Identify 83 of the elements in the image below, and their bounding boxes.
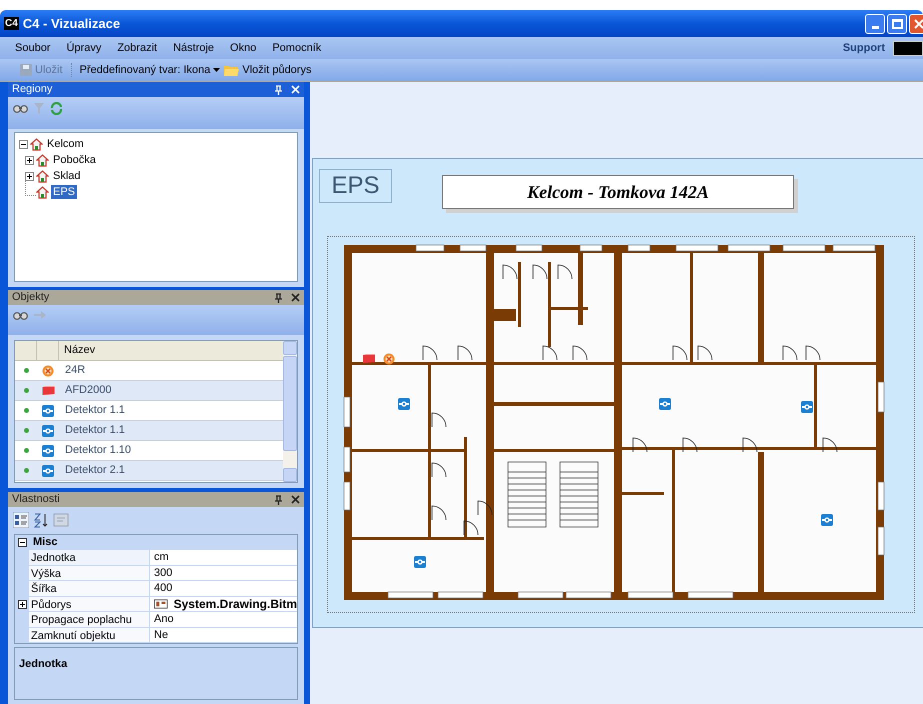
object-name: AFD2000 bbox=[64, 383, 112, 398]
property-name[interactable]: Půdorys bbox=[29, 596, 150, 612]
property-value[interactable]: Ano bbox=[150, 612, 297, 628]
property-name[interactable]: Propagace poplachu bbox=[29, 612, 150, 628]
description-title: Jednotka bbox=[19, 658, 68, 670]
object-row[interactable]: AFD2000 bbox=[15, 381, 283, 401]
object-name: Detektor 2.1 bbox=[64, 463, 125, 478]
tree-item[interactable]: Kelcom bbox=[45, 137, 86, 151]
folder-icon bbox=[224, 64, 240, 76]
property-value[interactable]: Ne bbox=[150, 628, 297, 643]
object-name: Detektor 1.1 bbox=[64, 403, 125, 418]
object-name: Detektor 1.1 bbox=[64, 423, 125, 438]
support-label: Support bbox=[842, 40, 885, 56]
category-label: Misc bbox=[32, 535, 58, 550]
siren-icon[interactable] bbox=[384, 354, 394, 364]
collapse-toggle[interactable] bbox=[19, 140, 28, 148]
expand-toggle[interactable] bbox=[25, 156, 34, 164]
menu-item[interactable]: Okno bbox=[230, 40, 256, 56]
close-button[interactable] bbox=[909, 14, 923, 34]
panel-title: Objekty bbox=[12, 290, 50, 306]
close-icon[interactable] bbox=[291, 495, 300, 504]
detector-icon[interactable] bbox=[414, 556, 426, 568]
property-value[interactable]: cm bbox=[150, 550, 297, 566]
detector-icon[interactable] bbox=[801, 401, 813, 413]
object-name: 24R bbox=[64, 363, 86, 378]
maximize-button[interactable] bbox=[887, 14, 907, 34]
detector-icon bbox=[42, 404, 54, 416]
expand-toggle[interactable] bbox=[25, 172, 34, 180]
support-field[interactable] bbox=[893, 40, 923, 56]
house-icon bbox=[36, 154, 49, 166]
window-title: C4 - Vizualizace bbox=[22, 14, 122, 33]
menu-item[interactable]: Úpravy bbox=[66, 40, 102, 56]
scrollbar[interactable] bbox=[283, 341, 297, 482]
menu-item[interactable]: Soubor bbox=[15, 40, 50, 56]
house-icon bbox=[30, 138, 43, 150]
property-name[interactable]: Zamknutí objektu bbox=[29, 628, 150, 643]
detector-icon[interactable] bbox=[821, 514, 833, 526]
menu-item[interactable]: Nástroje bbox=[173, 40, 214, 56]
object-row[interactable]: Detektor 1.1 bbox=[15, 421, 283, 441]
caret-icon bbox=[213, 68, 220, 72]
object-row[interactable]: Detektor 2.1 bbox=[15, 461, 283, 481]
house-icon bbox=[36, 186, 49, 198]
property-name[interactable]: Šířka bbox=[29, 581, 150, 596]
detector-icon bbox=[42, 424, 54, 436]
property-value[interactable]: 300 bbox=[150, 566, 297, 581]
house-icon bbox=[36, 170, 49, 182]
panel-title: Vlastnosti bbox=[12, 492, 61, 508]
close-icon bbox=[914, 18, 923, 28]
app-logo: C4 bbox=[4, 17, 19, 30]
region-label: EPS bbox=[319, 169, 392, 203]
detector-icon bbox=[42, 464, 54, 476]
tree-item[interactable]: Pobočka bbox=[51, 153, 98, 167]
tree-item[interactable]: EPS bbox=[51, 185, 78, 199]
detector-icon[interactable] bbox=[398, 398, 410, 410]
tree-item[interactable]: Sklad bbox=[51, 169, 83, 183]
sounder-icon[interactable] bbox=[363, 354, 375, 363]
property-name[interactable]: Jednotka bbox=[29, 550, 150, 566]
siren-icon bbox=[42, 364, 54, 376]
property-name[interactable]: Výška bbox=[29, 566, 150, 581]
sort-icon[interactable] bbox=[33, 512, 49, 528]
close-icon[interactable] bbox=[291, 293, 300, 302]
toolbar-button[interactable]: Vložit půdorys bbox=[224, 62, 312, 78]
binoculars-icon[interactable] bbox=[13, 104, 28, 112]
binoculars-icon[interactable] bbox=[13, 310, 28, 320]
menu-item[interactable]: Zobrazit bbox=[117, 40, 158, 56]
save-icon bbox=[20, 64, 32, 76]
pin-icon[interactable] bbox=[274, 494, 283, 504]
categorized-icon[interactable] bbox=[13, 512, 29, 528]
minimize-button[interactable] bbox=[865, 14, 885, 34]
object-name: Detektor 1.10 bbox=[64, 443, 132, 458]
menu-item[interactable]: Pomocník bbox=[272, 40, 322, 56]
property-value[interactable]: 400 bbox=[150, 581, 297, 596]
detector-icon[interactable] bbox=[659, 398, 671, 410]
column-header[interactable]: Název bbox=[59, 342, 96, 359]
expand-toggle[interactable] bbox=[18, 600, 26, 609]
image-icon bbox=[154, 598, 168, 610]
sounder-icon bbox=[42, 385, 54, 396]
collapse-toggle[interactable] bbox=[18, 538, 27, 547]
panel-title: Regiony bbox=[12, 82, 54, 98]
toolbar-button[interactable]: Předdefinovaný tvar: Ikona bbox=[80, 62, 220, 78]
pin-icon[interactable] bbox=[274, 292, 283, 302]
detector-icon bbox=[42, 444, 54, 456]
property-value[interactable]: System.Drawing.Bitm bbox=[150, 596, 297, 612]
